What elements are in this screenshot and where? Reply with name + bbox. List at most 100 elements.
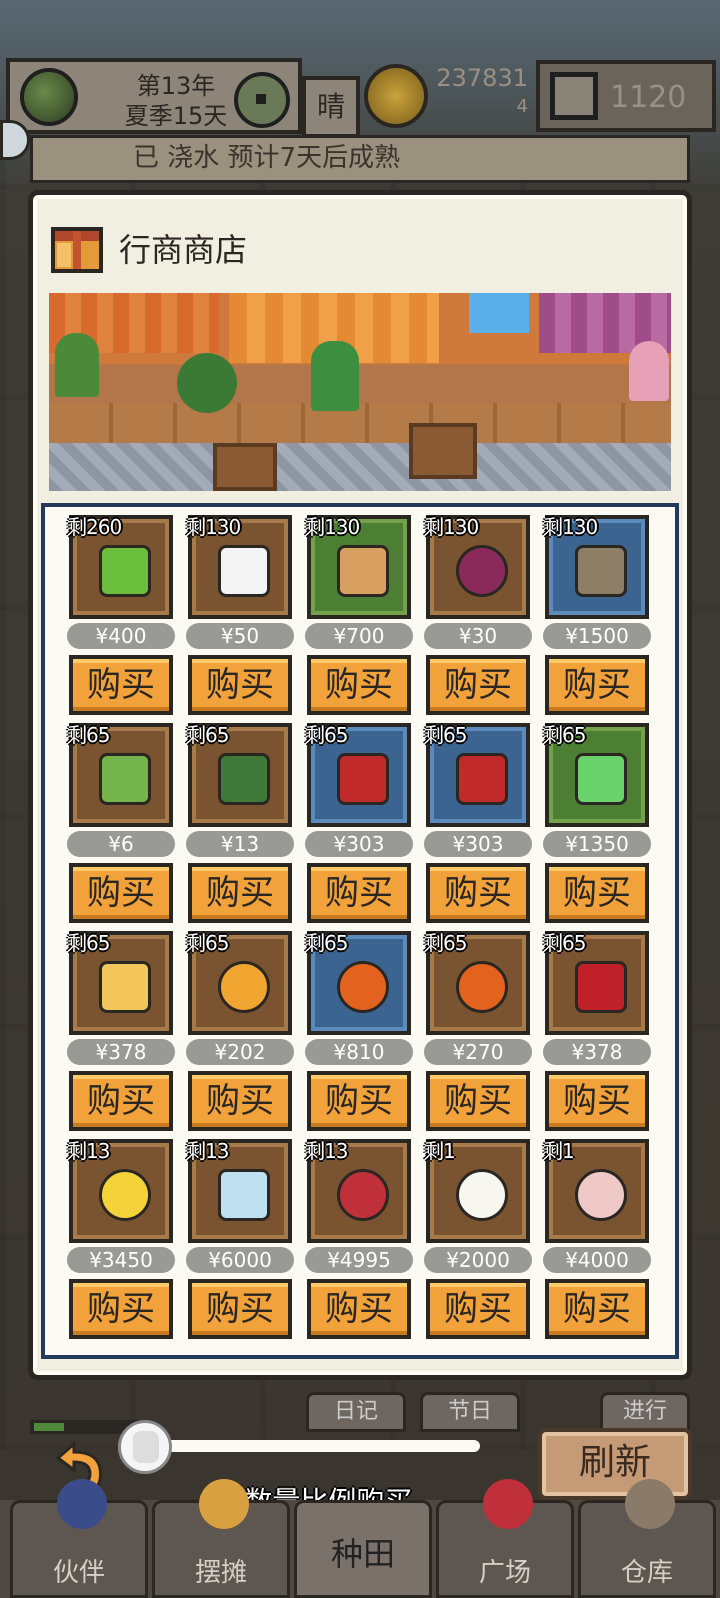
shop-item: 剩65 ¥378 购买 [543, 927, 651, 1139]
stock-count: 剩130 [186, 515, 241, 539]
buy-button[interactable]: 购买 [545, 1279, 649, 1339]
shop-item: 剩65 ¥810 购买 [305, 927, 413, 1139]
stock-count: 剩1 [543, 1139, 575, 1163]
milk-bottle-icon [99, 961, 151, 1013]
buy-button[interactable]: 购买 [426, 1071, 530, 1131]
item-price: ¥30 [424, 623, 532, 649]
gift-box-icon [51, 227, 103, 273]
shop-item: 剩65 ¥378 购买 [67, 927, 175, 1139]
date-panel: 第13年 夏季15天 [6, 58, 302, 134]
shop-item: 剩65 ¥13 购买 [186, 719, 294, 931]
shop-item: 剩260 ¥400 购买 [67, 511, 175, 723]
item-price: ¥202 [186, 1039, 294, 1065]
nav-label: 仓库 [620, 1558, 673, 1588]
nav-item-2[interactable]: 种田 [294, 1500, 432, 1598]
stock-count: 剩130 [543, 515, 598, 539]
nav-label: 广场 [478, 1558, 531, 1588]
gold-amount: 237831 [436, 64, 528, 92]
buy-button[interactable]: 购买 [307, 863, 411, 923]
buy-button[interactable]: 购买 [188, 863, 292, 923]
ring-icon [99, 1169, 151, 1221]
leaf-dark-icon [218, 753, 270, 805]
item-price: ¥378 [543, 1039, 651, 1065]
buy-button[interactable]: 购买 [426, 655, 530, 715]
diary-tab[interactable]: 日记 [306, 1392, 406, 1432]
gem-amount: 1120 [610, 80, 687, 115]
buy-button[interactable]: 购买 [188, 1071, 292, 1131]
item-price: ¥810 [305, 1039, 413, 1065]
item-price: ¥6 [67, 831, 175, 857]
cloth-icon [218, 545, 270, 597]
nav-item-0[interactable]: 伙伴 [10, 1479, 148, 1598]
globe-icon[interactable] [20, 68, 78, 126]
orange-jar-icon [456, 961, 508, 1013]
seed-bag-icon [337, 545, 389, 597]
buy-button[interactable]: 购买 [188, 1279, 292, 1339]
shop-item: 剩1 ¥4000 购买 [543, 1135, 651, 1347]
pink-egg-icon [575, 1169, 627, 1221]
stock-count: 剩130 [424, 515, 479, 539]
nav-item-1[interactable]: 摆摊 [152, 1479, 290, 1598]
shop-item: 剩130 ¥30 购买 [424, 511, 532, 723]
gem-panel: 1120 [536, 60, 716, 132]
leaf-icon [99, 753, 151, 805]
shop-item: 剩65 ¥303 购买 [424, 719, 532, 931]
orange-jar-icon [337, 961, 389, 1013]
item-price: ¥378 [67, 1039, 175, 1065]
nav-label: 摆摊 [194, 1558, 247, 1588]
item-price: ¥4000 [543, 1247, 651, 1273]
buy-button[interactable]: 购买 [307, 1279, 411, 1339]
warehouse-icon [625, 1479, 675, 1529]
stall-icon [199, 1479, 249, 1529]
nav-item-3[interactable]: 广场 [436, 1479, 574, 1598]
item-price: ¥303 [424, 831, 532, 857]
buy-button[interactable]: 购买 [69, 655, 173, 715]
buy-button[interactable]: 购买 [69, 1071, 173, 1131]
gem-icon [550, 72, 598, 120]
lobster-icon [456, 753, 508, 805]
shop-item: 剩13 ¥4995 购买 [305, 1135, 413, 1347]
shop-item: 剩130 ¥1500 购买 [543, 511, 651, 723]
stock-count: 剩65 [543, 723, 586, 747]
progress-tab[interactable]: 进行 [600, 1392, 690, 1432]
stock-count: 剩13 [67, 1139, 110, 1163]
honey-jar-icon [218, 961, 270, 1013]
buy-button[interactable]: 购买 [69, 1279, 173, 1339]
stock-count: 剩65 [424, 931, 467, 955]
item-price: ¥400 [67, 623, 175, 649]
buy-button[interactable]: 购买 [69, 863, 173, 923]
bottles-icon [218, 1169, 270, 1221]
festival-tab[interactable]: 节日 [420, 1392, 520, 1432]
stock-count: 剩65 [543, 931, 586, 955]
stock-count: 剩13 [305, 1139, 348, 1163]
buy-button[interactable]: 购买 [307, 1071, 411, 1131]
stock-count: 剩65 [186, 931, 229, 955]
nav-label: 伙伴 [52, 1558, 105, 1588]
stock-count: 剩13 [186, 1139, 229, 1163]
nav-item-4[interactable]: 仓库 [578, 1479, 716, 1598]
item-grid: 剩260 ¥400 购买 剩130 ¥50 购买 剩130 ¥700 购买 剩130 ¥30 购买 剩1… [41, 503, 679, 1359]
slider-handle[interactable] [118, 1420, 172, 1474]
shop-item: 剩130 ¥700 购买 [305, 511, 413, 723]
buy-button[interactable]: 购买 [545, 863, 649, 923]
item-price: ¥700 [305, 623, 413, 649]
buy-button[interactable]: 购买 [426, 1279, 530, 1339]
shop-item: 剩1 ¥2000 购买 [424, 1135, 532, 1347]
clock-icon[interactable] [234, 72, 290, 128]
shop-item: 剩65 ¥303 购买 [305, 719, 413, 931]
stock-count: 剩65 [67, 723, 110, 747]
weather-label: 晴 [302, 76, 360, 138]
item-price: ¥1350 [543, 831, 651, 857]
gold-coin-icon [364, 64, 428, 128]
buy-button[interactable]: 购买 [545, 1071, 649, 1131]
status-message: 已 浇水 预计7天后成熟 [30, 135, 690, 183]
purchase-ratio-slider[interactable] [150, 1440, 480, 1452]
buy-button[interactable]: 购买 [426, 863, 530, 923]
stock-count: 剩65 [186, 723, 229, 747]
item-price: ¥270 [424, 1039, 532, 1065]
buy-button[interactable]: 购买 [545, 655, 649, 715]
merchant-shop-dialog: 行商商店 剩260 ¥400 购买 剩130 ¥50 购买 剩130 ¥700 购买 剩130 ¥3… [28, 190, 692, 1380]
sauce-bottle-icon [575, 961, 627, 1013]
buy-button[interactable]: 购买 [307, 655, 411, 715]
buy-button[interactable]: 购买 [188, 655, 292, 715]
